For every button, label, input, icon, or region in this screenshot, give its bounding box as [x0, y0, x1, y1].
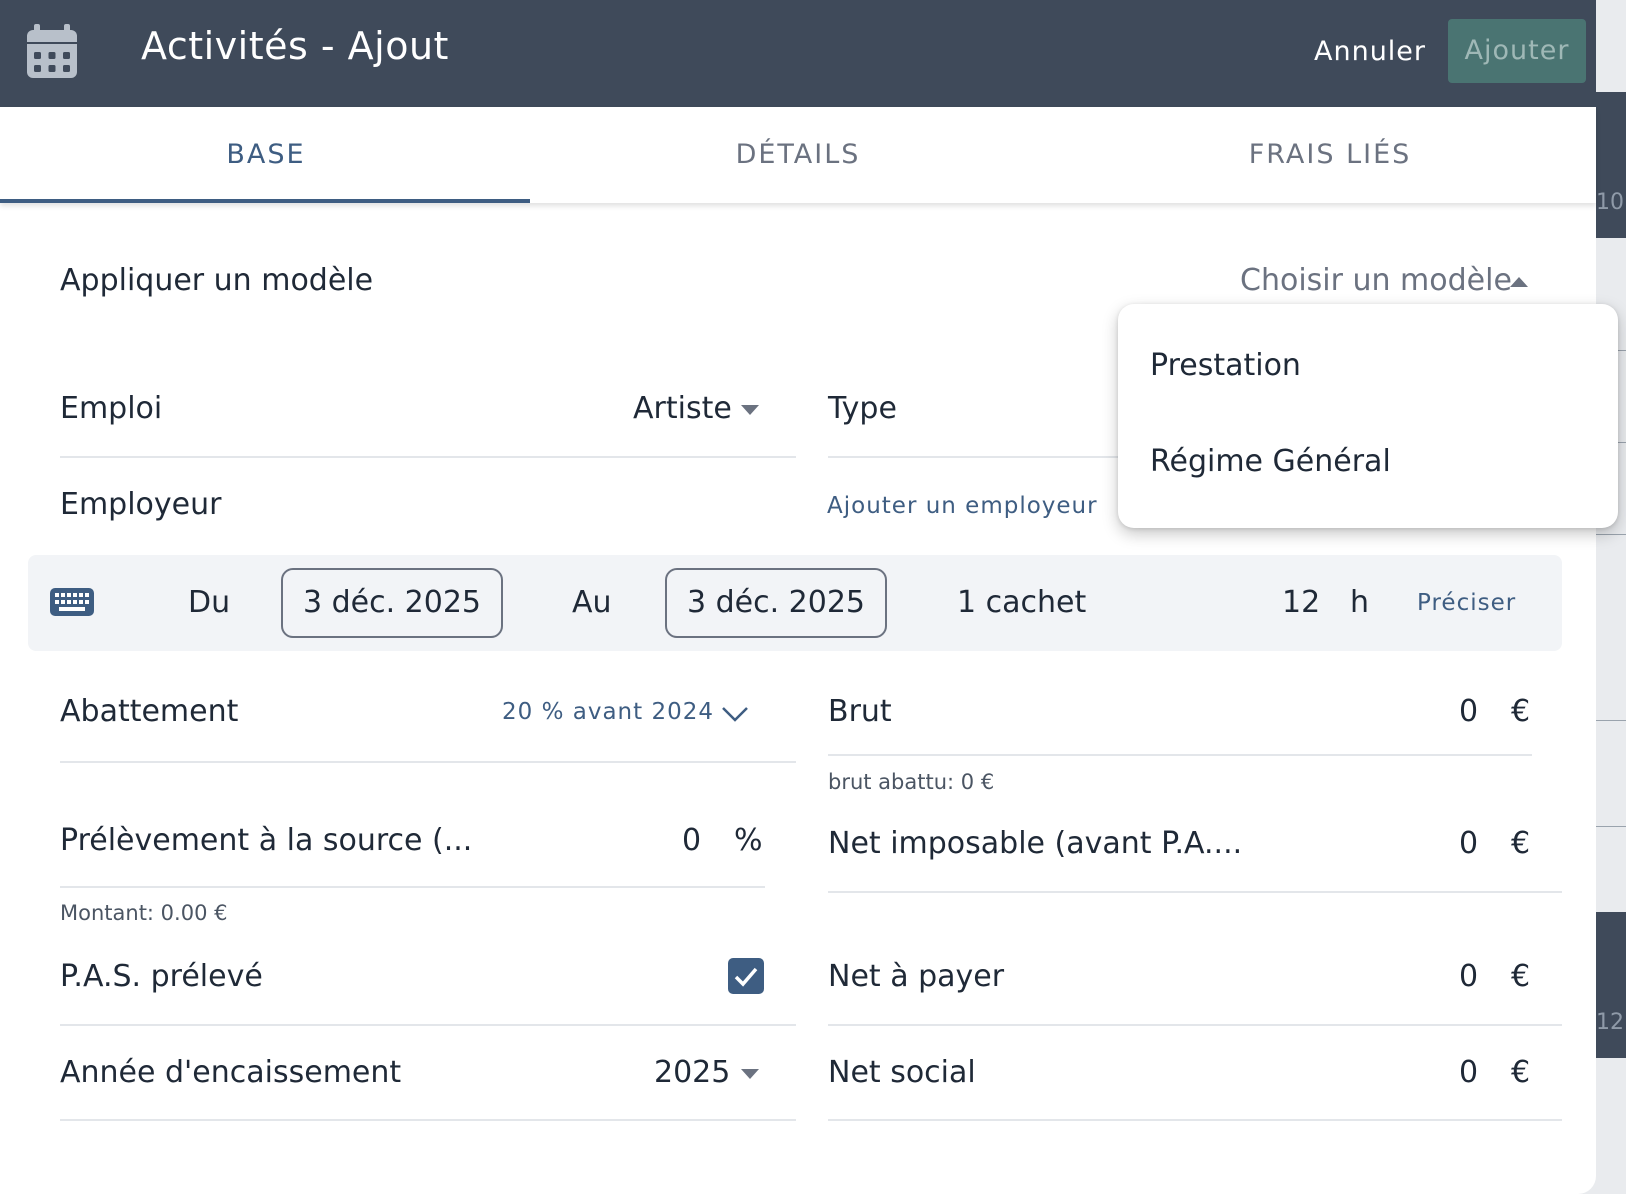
net-payer-label: Net à payer [828, 959, 1005, 994]
preciser-link[interactable]: Préciser [1417, 590, 1516, 616]
net-social-input[interactable]: 0 [1459, 1055, 1478, 1090]
template-dropdown-menu: Prestation Régime Général [1118, 304, 1618, 528]
prelevement-amount-hint: Montant: 0.00 € [60, 901, 228, 925]
tab-details[interactable]: DÉTAILS [532, 107, 1064, 203]
background-divider [1596, 826, 1626, 827]
chevron-up-icon[interactable] [1510, 277, 1528, 287]
divider [828, 1024, 1562, 1026]
active-tab-indicator [0, 199, 530, 203]
activity-add-modal: Activités - Ajout Annuler Ajouter BASE D… [0, 0, 1618, 1194]
pas-preleve-label: P.A.S. prélevé [60, 959, 263, 994]
cancel-button[interactable]: Annuler [1300, 22, 1440, 82]
abattement-label: Abattement [60, 694, 239, 729]
date-range-band: Du 3 déc. 2025 Au 3 déc. 2025 1 cachet 1… [28, 555, 1562, 651]
chevron-down-icon[interactable] [741, 405, 759, 415]
divider [60, 886, 765, 888]
tab-frais-lies[interactable]: FRAIS LIÉS [1064, 107, 1596, 203]
to-date-field[interactable]: 3 déc. 2025 [665, 568, 887, 638]
emploi-select[interactable]: Artiste [633, 391, 732, 426]
hours-unit: h [1350, 585, 1370, 620]
chevron-down-icon[interactable] [721, 705, 749, 723]
brut-abattu-hint: brut abattu: 0 € [828, 770, 995, 794]
divider [60, 1024, 796, 1026]
background-number: 12 [1596, 1010, 1624, 1035]
template-label: Appliquer un modèle [60, 263, 374, 298]
from-date-field[interactable]: 3 déc. 2025 [281, 568, 503, 638]
net-payer-unit: € [1511, 959, 1531, 994]
chevron-down-icon[interactable] [741, 1069, 759, 1079]
modal-header: Activités - Ajout Annuler Ajouter [0, 0, 1596, 107]
percent-unit: % [734, 823, 763, 858]
annee-select[interactable]: 2025 [654, 1055, 730, 1090]
net-social-label: Net social [828, 1055, 976, 1090]
hours-input[interactable]: 12 [1282, 585, 1320, 620]
cachet-count[interactable]: 1 cachet [957, 585, 1086, 620]
brut-label: Brut [828, 694, 892, 729]
annee-label: Année d'encaissement [60, 1055, 402, 1090]
calendar-icon [27, 24, 77, 78]
net-social-unit: € [1511, 1055, 1531, 1090]
checkmark-icon [734, 967, 758, 987]
divider [60, 456, 796, 458]
template-option-regime-general[interactable]: Régime Général [1150, 444, 1391, 479]
background-number: 10 [1596, 190, 1624, 215]
template-select[interactable]: Choisir un modèle [1240, 263, 1512, 298]
divider [60, 1119, 796, 1121]
background-divider [1596, 720, 1626, 721]
template-option-prestation[interactable]: Prestation [1150, 348, 1301, 383]
brut-unit: € [1511, 694, 1531, 729]
to-label: Au [572, 585, 612, 620]
employeur-label: Employeur [60, 487, 222, 522]
divider [828, 891, 1562, 893]
type-label: Type [828, 391, 897, 426]
net-imposable-unit: € [1511, 826, 1531, 861]
background-divider [1596, 534, 1626, 535]
divider [60, 761, 796, 763]
prelevement-label: Prélèvement à la source (... [60, 823, 473, 858]
keyboard-icon[interactable] [50, 588, 94, 616]
divider [828, 754, 1532, 756]
add-employer-link[interactable]: Ajouter un employeur [827, 493, 1098, 519]
brut-input[interactable]: 0 [1459, 694, 1478, 729]
divider [828, 1119, 1562, 1121]
tab-base[interactable]: BASE [0, 107, 532, 203]
net-imposable-label: Net imposable (avant P.A.... [828, 826, 1243, 861]
modal-title: Activités - Ajout [141, 24, 449, 68]
emploi-label: Emploi [60, 391, 163, 426]
prelevement-input[interactable]: 0 [682, 823, 701, 858]
add-button[interactable]: Ajouter [1448, 19, 1586, 83]
pas-preleve-checkbox[interactable] [728, 958, 764, 994]
net-imposable-input[interactable]: 0 [1459, 826, 1478, 861]
from-label: Du [188, 585, 231, 620]
net-payer-input[interactable]: 0 [1459, 959, 1478, 994]
tab-bar: BASE DÉTAILS FRAIS LIÉS [0, 107, 1596, 203]
abattement-select[interactable]: 20 % avant 2024 [502, 699, 714, 725]
